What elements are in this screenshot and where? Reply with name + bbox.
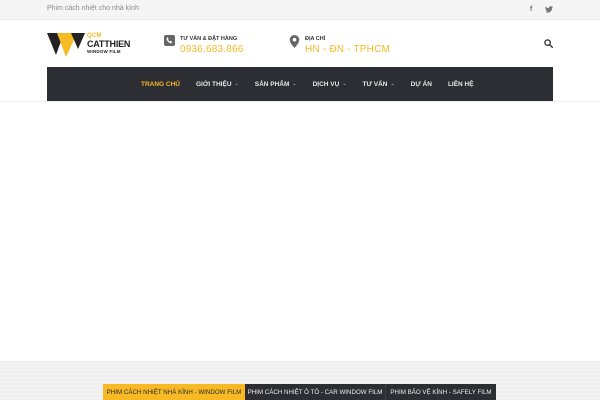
nav-item-label: DỊCH VỤ xyxy=(312,80,340,88)
site-header: QCM CATTHIEN WINDOW FILM TƯ VẤN & ĐẶT HÀ… xyxy=(0,20,600,67)
map-pin-icon xyxy=(289,35,300,48)
twitter-icon[interactable] xyxy=(545,4,553,14)
main-navigation: TRANG CHỦ GIỚI THIỆU ⌄ SẢN PHẨM ⌄ DỊCH V… xyxy=(47,67,553,101)
address-value: HN - ĐN - TPHCM xyxy=(305,44,391,55)
social-links: f xyxy=(527,4,553,14)
tab-window-film[interactable]: PHIM CÁCH NHIỆT NHÀ KÍNH - WINDOW FILM xyxy=(103,384,245,400)
contact-phone[interactable]: TƯ VẤN & ĐẶT HÀNG 0936.683.866 xyxy=(164,35,244,55)
logo-text-sub: WINDOW FILM xyxy=(87,49,121,54)
nav-item-services[interactable]: DỊCH VỤ ⌄ xyxy=(313,81,347,88)
nav-item-contact[interactable]: LIÊN HỆ xyxy=(448,81,474,88)
nav-item-label: SẢN PHẨM xyxy=(254,80,290,88)
logo-mark-icon xyxy=(47,33,85,57)
nav-item-projects[interactable]: DỰ ÁN xyxy=(411,81,432,88)
nav-item-label: TƯ VẤN xyxy=(362,80,388,88)
nav-item-label: TRANG CHỦ xyxy=(141,80,180,88)
logo-text-name: CATTHIEN xyxy=(87,39,131,49)
facebook-icon[interactable]: f xyxy=(527,4,535,14)
chevron-down-icon: ⌄ xyxy=(390,81,395,87)
chevron-down-icon: ⌄ xyxy=(342,81,347,87)
contact-address: ĐỊA CHỈ HN - ĐN - TPHCM xyxy=(289,35,390,55)
chevron-down-icon: ⌄ xyxy=(292,81,297,87)
nav-item-home[interactable]: TRANG CHỦ xyxy=(141,81,180,88)
site-logo[interactable]: QCM CATTHIEN WINDOW FILM xyxy=(47,33,131,57)
search-icon[interactable] xyxy=(544,39,553,48)
nav-item-label: LIÊN HỆ xyxy=(447,80,474,88)
chevron-down-icon: ⌄ xyxy=(234,81,239,87)
nav-item-label: DỰ ÁN xyxy=(410,80,432,88)
nav-item-products[interactable]: SẢN PHẨM ⌄ xyxy=(255,81,297,88)
address-label: ĐỊA CHỈ xyxy=(305,36,326,42)
site-tagline: Phim cách nhiệt cho nhà kính xyxy=(47,5,139,12)
nav-item-about[interactable]: GIỚI THIỆU ⌄ xyxy=(196,81,239,88)
phone-icon xyxy=(164,35,175,46)
phone-label: TƯ VẤN & ĐẶT HÀNG xyxy=(180,36,238,42)
top-bar: Phim cách nhiệt cho nhà kính f xyxy=(0,0,600,20)
category-tabs: PHIM CÁCH NHIỆT NHÀ KÍNH - WINDOW FILM P… xyxy=(103,384,496,400)
nav-item-label: GIỚI THIỆU xyxy=(196,80,232,88)
tab-safely-film[interactable]: PHIM BẢO VỆ KÍNH - SAFELY FILM xyxy=(385,384,496,400)
nav-item-consulting[interactable]: TƯ VẤN ⌄ xyxy=(363,81,395,88)
tab-car-window-film[interactable]: PHIM CÁCH NHIỆT Ô TÔ - CAR WINDOW FILM xyxy=(245,384,385,400)
header-divider xyxy=(0,101,600,102)
phone-number[interactable]: 0936.683.866 xyxy=(180,44,244,55)
